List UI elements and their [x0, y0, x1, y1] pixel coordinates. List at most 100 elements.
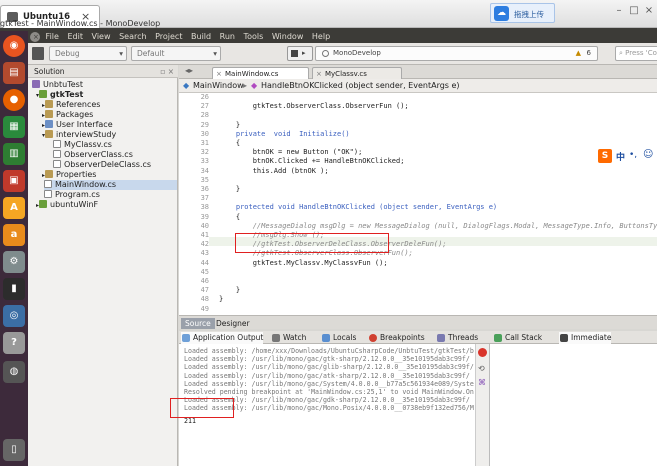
warning-icon[interactable]: ▲: [576, 47, 581, 60]
tab-application-output[interactable]: Application Output: [181, 332, 264, 344]
app-close-icon[interactable]: ×: [30, 32, 40, 42]
solution-icon: [32, 80, 40, 88]
ime-mode-icon[interactable]: 中: [616, 150, 625, 163]
tree-solution[interactable]: UnbtuTest: [32, 80, 83, 90]
immediate-icon: [560, 334, 568, 342]
line-number: 44: [200, 258, 209, 267]
tree-file-observerclass[interactable]: ObserverClass.cs: [53, 150, 133, 160]
monodevelop-icon[interactable]: ◎: [3, 305, 25, 327]
trash-icon[interactable]: ▯: [3, 439, 25, 461]
tab-mainwindow[interactable]: MainWindow.cs ×: [212, 67, 309, 79]
menu-window[interactable]: Window: [269, 31, 307, 43]
code-line: btnOK.Clicked += HandleBtnOKClicked;: [219, 157, 405, 166]
tree-file-mainwindow[interactable]: MainWindow.cs: [44, 180, 177, 190]
tab-call-stack[interactable]: Call Stack: [493, 332, 542, 344]
step-icon[interactable]: ▸: [302, 49, 306, 57]
watch-icon: [272, 334, 280, 342]
breadcrumb-class[interactable]: MainWindow: [193, 79, 244, 93]
pause-icon[interactable]: [291, 50, 298, 57]
tab-source[interactable]: Source: [181, 318, 215, 329]
ime-emoji-icon[interactable]: ☺: [643, 149, 653, 160]
wrap-icon[interactable]: ⌘: [478, 378, 486, 387]
upload-button[interactable]: ☁ 拖拽上传: [490, 3, 555, 23]
tab-threads[interactable]: Threads: [436, 332, 478, 344]
tab-designer[interactable]: Designer: [212, 318, 254, 329]
file-icon: [53, 160, 61, 168]
output-toolbar: ⟲ ⌘: [475, 344, 489, 466]
line-number: 33: [200, 157, 209, 166]
ime-punct-icon[interactable]: •,: [629, 150, 637, 160]
sogou-logo-icon[interactable]: S: [598, 149, 612, 163]
line-number: 40: [200, 221, 209, 230]
platform-select[interactable]: Default ▾: [131, 46, 221, 61]
menu-view[interactable]: View: [89, 31, 114, 43]
terminal-icon[interactable]: ▮: [3, 278, 25, 300]
menu-build[interactable]: Build: [188, 31, 214, 43]
config-value: Debug: [55, 49, 80, 58]
window-title: gtkTest - MainWindow.cs - MonoDevelop: [0, 19, 161, 28]
search-placeholder: Press 'Control+,' to search: [625, 49, 657, 57]
threads-icon: [437, 334, 445, 342]
menu-help[interactable]: Help: [309, 31, 333, 43]
run-icon[interactable]: [32, 47, 44, 60]
tab-watch[interactable]: Watch: [271, 332, 306, 344]
menu-edit[interactable]: Edit: [64, 31, 86, 43]
breadcrumb-method[interactable]: HandleBtnOKClicked (object sender, Event…: [261, 79, 460, 93]
settings-icon[interactable]: ⚙: [3, 251, 25, 273]
pad-tab-bar: Application Output Watch Locals Breakpoi…: [179, 331, 657, 344]
files-icon[interactable]: ▤: [3, 62, 25, 84]
line-number: 49: [200, 304, 209, 313]
line-number: 39: [200, 212, 209, 221]
impress-icon[interactable]: ▣: [3, 170, 25, 192]
menu-project[interactable]: Project: [152, 31, 185, 43]
output-line: Loaded assembly: /home/xxx/Downloads/Ubu…: [184, 347, 474, 355]
method-icon: ◆: [251, 81, 258, 90]
tree-file-myclassv[interactable]: MyClassv.cs: [53, 140, 112, 150]
output-icon: [182, 334, 190, 342]
minimize-icon[interactable]: –: [612, 4, 626, 18]
line-number: 41: [200, 231, 209, 239]
search-input[interactable]: ⌕ Press 'Control+,' to search: [615, 46, 657, 61]
dvd-icon[interactable]: ◍: [3, 361, 25, 383]
close-icon[interactable]: ×: [642, 4, 656, 18]
calc-icon[interactable]: ▥: [3, 143, 25, 165]
code-editor[interactable]: 26 27 28 29 30 31 32 33 34 35 36 37 38 39 40 41 42 43 44 45…: [179, 93, 657, 315]
tab-scroll-icon[interactable]: ◂▸: [185, 66, 193, 75]
line-number: 46: [200, 277, 209, 285]
software-center-icon[interactable]: A: [3, 197, 25, 219]
output-line: Loaded assembly: /usr/lib/mono/gac/Syste…: [184, 379, 474, 388]
tree-project-ubuntuwinf[interactable]: ▸ ubuntuWinF: [36, 200, 98, 211]
line-number: 30: [200, 129, 209, 138]
tab-locals[interactable]: Locals: [321, 332, 356, 344]
clear-icon[interactable]: ⟲: [478, 364, 485, 373]
code-line: }: [219, 286, 241, 295]
pad-close-icon[interactable]: ▫ ×: [160, 65, 174, 78]
project-icon: [39, 200, 48, 208]
stop-icon[interactable]: [478, 348, 487, 357]
tab-immediate[interactable]: Immediate: [559, 332, 612, 344]
config-select[interactable]: Debug ▾: [49, 46, 127, 61]
status-text: MonoDevelop: [333, 49, 381, 57]
menu-run[interactable]: Run: [217, 31, 238, 43]
tab-myclassv[interactable]: MyClassv.cs ×: [312, 67, 402, 79]
search-icon: ⌕: [619, 49, 623, 57]
maximize-icon[interactable]: □: [627, 4, 641, 18]
output-line: Loaded assembly: /usr/lib/mono/gac/atk-s…: [184, 371, 470, 380]
tree-file-observerdeleclass[interactable]: ObserverDeleClass.cs: [53, 160, 151, 170]
line-number: 48: [200, 295, 209, 304]
unity-launcher: ◉ ▤ ● ▦ ▥ ▣ A a ⚙ ▮ ◎ ? ◍ ▯: [0, 31, 28, 466]
immediate-pad[interactable]: [489, 344, 657, 466]
ui-folder-icon: [45, 120, 54, 128]
solution-title: Solution: [34, 67, 65, 76]
tab-breakpoints[interactable]: Breakpoints: [368, 332, 425, 344]
window-controls: – □ ×: [610, 2, 657, 24]
firefox-icon[interactable]: ●: [3, 89, 25, 111]
tree-file-program[interactable]: Program.cs: [44, 190, 100, 200]
writer-icon[interactable]: ▦: [3, 116, 25, 138]
amazon-icon[interactable]: a: [3, 224, 25, 246]
ubuntu-dash-icon[interactable]: ◉: [3, 35, 25, 57]
menu-tools[interactable]: Tools: [241, 31, 267, 43]
menu-file[interactable]: File: [43, 31, 62, 43]
menu-search[interactable]: Search: [116, 31, 149, 43]
help-icon[interactable]: ?: [3, 332, 25, 354]
